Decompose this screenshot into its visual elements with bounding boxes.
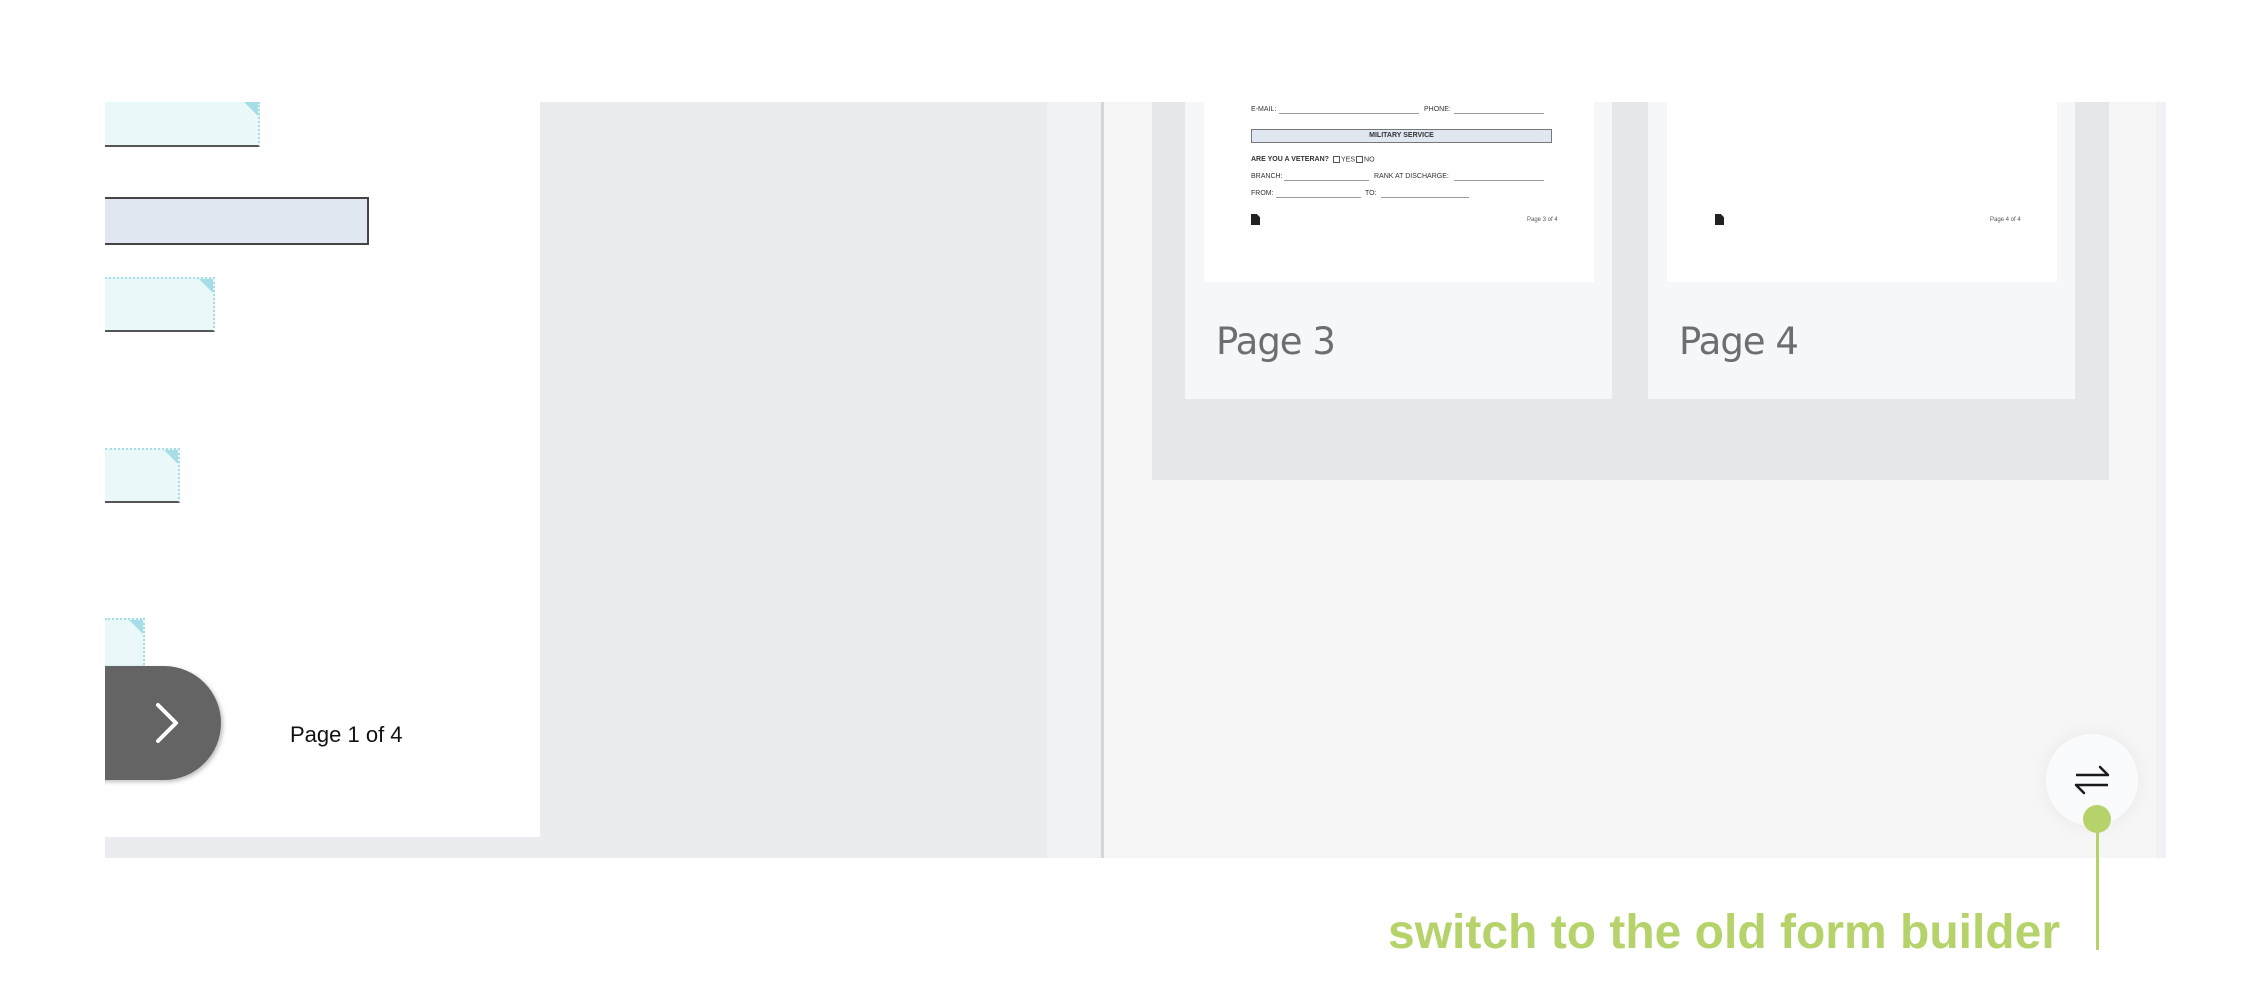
form-builder-viewport: Page 1 of 4 E-MAIL: PHONE: MILITARY SERV…: [105, 102, 2166, 858]
page-counter: Page 1 of 4: [290, 722, 403, 747]
thumb-to-label: TO:: [1365, 190, 1377, 197]
page-label: Page 4: [1679, 320, 1799, 363]
thumb-rank-label: RANK AT DISCHARGE:: [1374, 173, 1449, 180]
thumb-section-title: MILITARY SERVICE: [1251, 129, 1552, 143]
panel-gutter: [1047, 102, 1101, 858]
document-canvas[interactable]: Page 1 of 4: [105, 102, 1047, 858]
form-field-text-1[interactable]: [105, 102, 260, 147]
form-field-text-4[interactable]: [105, 618, 145, 673]
document-page: Page 1 of 4: [105, 102, 540, 837]
field-resize-corner[interactable]: [199, 279, 213, 293]
page-thumbnails-panel: E-MAIL: PHONE: MILITARY SERVICE ARE YOU …: [1104, 102, 2156, 858]
panel-edge: [2156, 102, 2166, 858]
thumbnails-container: E-MAIL: PHONE: MILITARY SERVICE ARE YOU …: [1152, 102, 2109, 480]
field-resize-corner[interactable]: [164, 450, 178, 464]
field-resize-corner[interactable]: [129, 620, 143, 634]
thumbnail-preview: Page 4 of 4: [1667, 102, 2057, 282]
thumb-phone-label: PHONE:: [1424, 106, 1451, 113]
page-label: Page 3: [1216, 320, 1336, 363]
thumb-line: [1454, 180, 1544, 181]
swap-arrows-icon: [2074, 765, 2110, 795]
field-resize-corner[interactable]: [244, 102, 258, 116]
annotation-marker: [2083, 805, 2111, 833]
thumb-line: [1454, 113, 1544, 114]
thumb-yes-no: YES NO: [1332, 156, 1375, 163]
thumb-no-label: NO: [1364, 156, 1375, 164]
section-header-box: [105, 197, 369, 245]
thumb-yes-label: YES: [1341, 156, 1356, 164]
checkbox-icon: [1333, 156, 1340, 163]
thumb-email-label: E-MAIL:: [1251, 106, 1277, 113]
thumb-page-footer: Page 4 of 4: [1990, 217, 2021, 223]
thumb-line: [1284, 180, 1369, 181]
document-logo-icon: [1715, 214, 1724, 225]
chevron-right-icon: [156, 703, 178, 743]
thumb-line: [1279, 113, 1419, 114]
form-field-text-3[interactable]: [105, 448, 180, 503]
document-logo-icon: [1251, 214, 1260, 225]
page-thumbnail-4[interactable]: Page 4 of 4 Page 4: [1648, 102, 2075, 399]
thumb-line: [1381, 197, 1469, 198]
thumb-page-footer: Page 3 of 4: [1527, 217, 1558, 223]
next-page-button[interactable]: [105, 666, 221, 780]
thumbnail-preview: E-MAIL: PHONE: MILITARY SERVICE ARE YOU …: [1204, 102, 1594, 282]
thumb-from-label: FROM:: [1251, 190, 1274, 197]
thumb-veteran-question: ARE YOU A VETERAN?: [1251, 156, 1329, 163]
thumb-branch-label: BRANCH:: [1251, 173, 1283, 180]
thumb-line: [1276, 197, 1361, 198]
annotation-leader-line: [2096, 830, 2099, 950]
form-field-text-2[interactable]: [105, 277, 215, 332]
annotation-label: switch to the old form builder: [1388, 906, 2060, 959]
page-thumbnail-3[interactable]: E-MAIL: PHONE: MILITARY SERVICE ARE YOU …: [1185, 102, 1612, 399]
checkbox-icon: [1356, 156, 1364, 163]
